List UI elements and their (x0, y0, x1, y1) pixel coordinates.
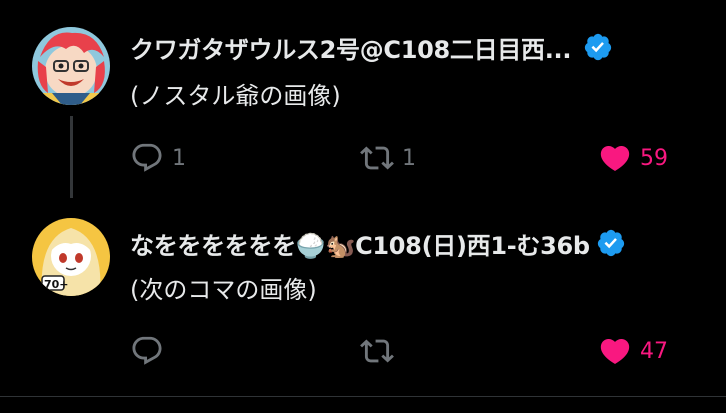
retweet-icon (360, 339, 394, 363)
post-header: なをををををを🍚🐿️C108(日)西1-む36b (130, 225, 726, 261)
post-2[interactable]: 70+ なをををををを🍚🐿️C108(日)西1-む36b (次のコマの画像) 4… (0, 196, 726, 396)
avatar-image (32, 27, 110, 105)
post-text: (ノスタル爺の画像) (130, 82, 341, 110)
svg-text:70+: 70+ (44, 278, 69, 291)
like-count: 59 (640, 145, 668, 171)
action-bar: 1 1 59 (130, 140, 690, 176)
verified-badge-icon (585, 33, 612, 61)
verified-badge-icon (597, 229, 624, 257)
reply-count: 1 (172, 145, 186, 171)
post-text: (次のコマの画像) (130, 276, 317, 304)
thread-connector-line (70, 116, 73, 198)
like-count: 47 (640, 338, 668, 364)
reply-icon (132, 143, 162, 172)
reply-icon (132, 336, 162, 365)
retweet-button[interactable]: 1 (360, 140, 416, 176)
display-name[interactable]: クワガタザウルス2号@C108二日目西... (130, 30, 571, 65)
avatar-image: 70+ (32, 218, 110, 296)
like-button[interactable]: 47 (598, 333, 668, 369)
display-name[interactable]: なをををををを🍚🐿️C108(日)西1-む36b (130, 226, 590, 261)
action-bar: 47 (130, 333, 690, 369)
bottom-divider (0, 396, 726, 413)
retweet-count: 1 (402, 145, 416, 171)
avatar[interactable]: 70+ (32, 218, 110, 296)
avatar[interactable] (32, 27, 110, 105)
retweet-button[interactable] (360, 333, 402, 369)
like-button[interactable]: 59 (598, 140, 668, 176)
post-header: クワガタザウルス2号@C108二日目西... (130, 29, 726, 65)
reply-button[interactable] (130, 333, 172, 369)
heart-icon (600, 338, 630, 364)
post-1[interactable]: クワガタザウルス2号@C108二日目西... (ノスタル爺の画像) 1 1 59 (0, 0, 726, 198)
retweet-icon (360, 146, 394, 170)
reply-button[interactable]: 1 (130, 140, 186, 176)
heart-icon (600, 145, 630, 171)
